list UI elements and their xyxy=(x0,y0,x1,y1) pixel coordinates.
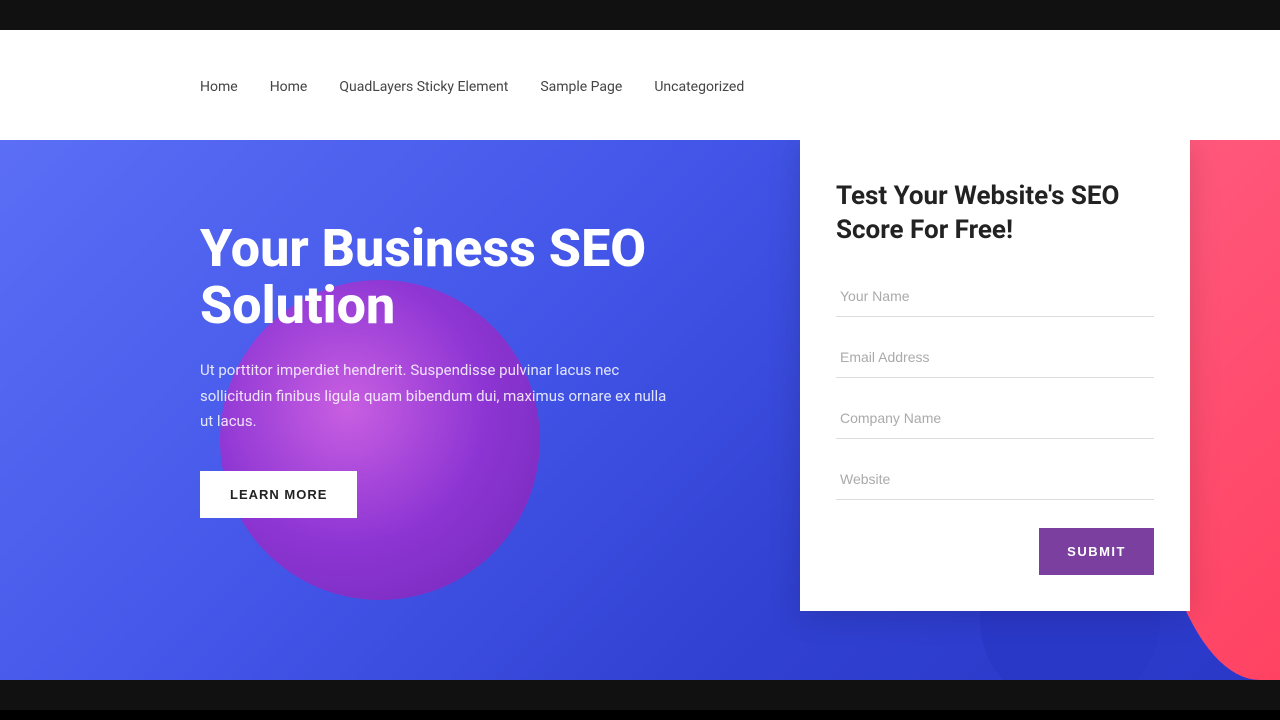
website-input[interactable] xyxy=(836,459,1154,500)
nav-item-sample[interactable]: Sample Page xyxy=(540,79,622,95)
hero-content: Your Business SEO Solution Ut porttitor … xyxy=(0,140,704,518)
navbar: Home Home QuadLayers Sticky Element Samp… xyxy=(0,30,1280,140)
submit-button[interactable]: SUBMIT xyxy=(1039,528,1154,575)
hero-description: Ut porttitor imperdiet hendrerit. Suspen… xyxy=(200,358,680,435)
nav-links: Home Home QuadLayers Sticky Element Samp… xyxy=(200,76,744,95)
nav-item-home1[interactable]: Home xyxy=(200,79,238,95)
form-title: Test Your Website's SEO Score For Free! xyxy=(836,180,1154,248)
nav-item-uncategorized[interactable]: Uncategorized xyxy=(654,79,744,95)
nav-item-home2[interactable]: Home xyxy=(270,79,308,95)
your-name-input[interactable] xyxy=(836,276,1154,317)
bottom-bar xyxy=(0,680,1280,710)
company-name-input[interactable] xyxy=(836,398,1154,439)
top-bar xyxy=(0,0,1280,30)
hero-section: Your Business SEO Solution Ut porttitor … xyxy=(0,140,1280,680)
email-address-input[interactable] xyxy=(836,337,1154,378)
hero-title: Your Business SEO Solution xyxy=(200,220,704,334)
seo-form-card: Test Your Website's SEO Score For Free! … xyxy=(800,140,1190,611)
learn-more-button[interactable]: LEARN MORE xyxy=(200,471,357,518)
nav-item-quadlayers[interactable]: QuadLayers Sticky Element xyxy=(339,79,508,95)
